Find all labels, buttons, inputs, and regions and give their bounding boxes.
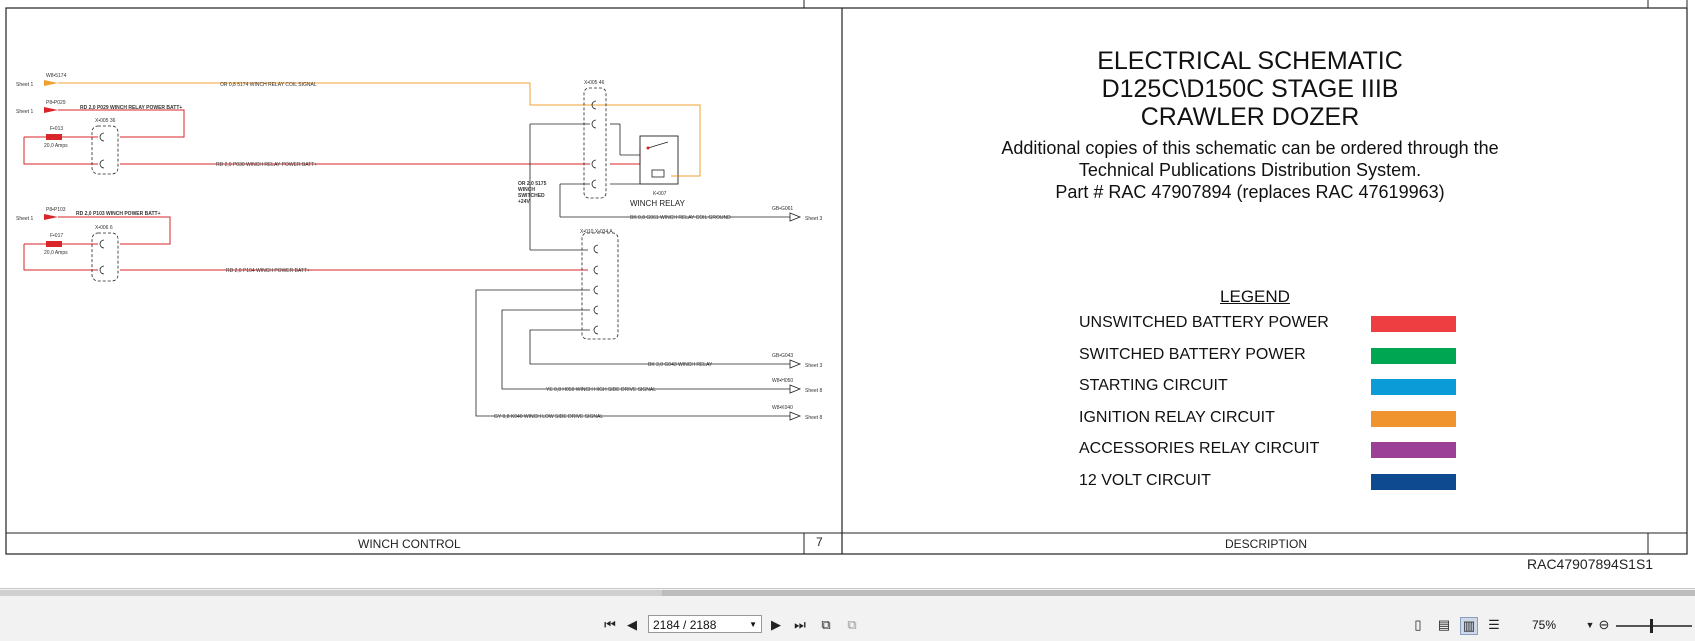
legend-item: STARTING CIRCUIT xyxy=(1079,377,1459,397)
label-w8-h050: W8•H050 xyxy=(772,378,793,384)
title-line-3: CRAWLER DOZER xyxy=(1140,103,1360,131)
previous-page-button[interactable]: ◀ xyxy=(624,617,640,633)
legend-label: UNSWITCHED BATTERY POWER xyxy=(1079,314,1329,331)
zoom-out-icon[interactable]: ⊖ xyxy=(1596,617,1612,633)
page-number-value: 2184 / 2188 xyxy=(653,618,717,632)
legend-item: ACCESSORIES RELAY CIRCUIT xyxy=(1079,440,1459,460)
legend-label: SWITCHED BATTERY POWER xyxy=(1079,345,1306,363)
connector-x005-36 xyxy=(91,125,119,175)
legend-swatch xyxy=(1371,410,1456,427)
schematic-title: ELECTRICAL SCHEMATIC D125C\D150C STAGE I… xyxy=(890,47,1610,131)
schematic-sheet: Sheet 1 Sheet 1 Sheet 1 W8•5174 P8•P029 … xyxy=(0,0,1695,572)
title-line-2: D125C\D150C STAGE IIIB xyxy=(1101,75,1399,103)
label-sheet3-b: Sheet 3 xyxy=(805,363,822,369)
footer-page-number: 7 xyxy=(816,535,823,549)
label-sheet3-a: Sheet 3 xyxy=(805,216,822,222)
label-rd-p103: RD 2,0 P103 WINCH POWER BATT+ xyxy=(76,211,161,217)
wire-or-5174 xyxy=(58,82,701,177)
page-number-field[interactable]: 2184 / 2188 ▼ xyxy=(648,615,762,633)
legend-label: STARTING CIRCUIT xyxy=(1079,377,1228,394)
label-or-signal: OR 0,8 5174 WINCH RELAY COIL SIGNAL xyxy=(220,82,317,88)
legend-label: 12 VOLT CIRCUIT xyxy=(1079,471,1211,489)
two-page-view-icon[interactable]: ▥ xyxy=(1460,617,1478,635)
label-sheet1-b: Sheet 1 xyxy=(16,109,33,115)
legend-swatch xyxy=(1371,442,1456,458)
connector-x010 xyxy=(581,232,619,340)
legend-title: LEGEND xyxy=(1220,287,1290,306)
label-bk-g061: BK 0,8 G061 WINCH RELAY COIL GROUND xyxy=(630,215,731,221)
note-line-2: Technical Publications Distribution Syst… xyxy=(1078,160,1422,180)
last-page-button[interactable]: ⏭ xyxy=(792,617,808,633)
footer-description: DESCRIPTION xyxy=(1225,537,1308,551)
legend-item: UNSWITCHED BATTERY POWER xyxy=(1079,314,1459,334)
label-sheet1-c: Sheet 1 xyxy=(16,216,33,222)
label-x010: X•010 X•034 A xyxy=(580,229,613,235)
label-amps1: 20,0 Amps xyxy=(44,143,68,149)
label-f013: F•013 xyxy=(50,126,63,132)
fuse-f017 xyxy=(46,241,62,247)
legend-item: 12 VOLT CIRCUIT xyxy=(1079,472,1459,492)
legend-item: IGNITION RELAY CIRCUIT xyxy=(1079,409,1459,429)
label-gb-g043: GB•G043 xyxy=(772,353,793,359)
first-page-button[interactable]: ⏮ xyxy=(602,617,618,633)
fuse-f013 xyxy=(46,134,62,140)
label-x005-36: X•005 36 xyxy=(95,118,116,124)
document-id: RAC47907894S1S1 xyxy=(1527,556,1654,572)
label-rd-p029: RD 2,0 P029 WINCH RELAY POWER BATT+ xyxy=(80,105,182,111)
label-switched-4: +24V xyxy=(518,199,530,205)
label-sheet1-a: Sheet 1 xyxy=(16,82,33,88)
wire-rd-p029 xyxy=(58,109,185,138)
legend-swatch xyxy=(1371,316,1456,332)
continuous-view-icon[interactable]: ▤ xyxy=(1436,617,1452,633)
zoom-slider[interactable] xyxy=(1616,619,1692,633)
legend-swatch xyxy=(1371,379,1456,395)
label-w8: W8•5174 xyxy=(46,73,67,79)
note-line-1: Additional copies of this schematic can … xyxy=(1001,138,1499,158)
zoom-slider-knob[interactable] xyxy=(1650,619,1653,633)
wire-rd-p103 xyxy=(58,216,171,245)
zoom-level[interactable]: 75% xyxy=(1532,618,1556,632)
single-page-view-icon[interactable]: ▯ xyxy=(1410,617,1426,633)
next-page-button[interactable]: ▶ xyxy=(768,617,784,633)
part-number: Part # RAC 47907894 (replaces RAC 476199… xyxy=(1055,182,1445,202)
legend-item: SWITCHED BATTERY POWER xyxy=(1079,346,1459,366)
chevron-down-icon[interactable]: ▼ xyxy=(749,616,757,634)
label-x006-6: X•006 6 xyxy=(95,225,113,231)
connector-x006-6 xyxy=(91,232,119,282)
label-winch-relay: WINCH RELAY xyxy=(630,199,686,208)
horizontal-scrollbar[interactable] xyxy=(0,590,1695,596)
label-gy-k040: GY 0,8 K040 WINCH LOW SIDE DRIVE SIGNAL xyxy=(494,414,603,420)
label-gb-g061: GB•G061 xyxy=(772,206,793,212)
label-k007: K•007 xyxy=(653,191,667,197)
label-f017: F•017 xyxy=(50,233,63,239)
title-line-1: ELECTRICAL SCHEMATIC xyxy=(1097,47,1403,75)
label-sheet8-a: Sheet 8 xyxy=(805,388,822,394)
label-w8-k040: W8•K040 xyxy=(772,405,793,411)
label-amps2: 20,0 Amps xyxy=(44,250,68,256)
footer-section-title: WINCH CONTROL xyxy=(358,537,461,551)
continuous-two-page-view-icon[interactable]: ☰ xyxy=(1486,617,1502,633)
label-rd-p104: RD 2,0 P104 WINCH POWER BATT+ xyxy=(226,268,310,274)
legend-label: ACCESSORIES RELAY CIRCUIT xyxy=(1079,440,1320,457)
legend-swatch xyxy=(1371,473,1456,490)
label-p8a: P8•P029 xyxy=(46,100,66,106)
label-sheet8-b: Sheet 8 xyxy=(805,415,822,421)
legend-swatch xyxy=(1371,347,1456,364)
copy-page-icon[interactable]: ⧉ xyxy=(844,617,860,633)
scrollbar-thumb[interactable] xyxy=(662,590,1695,596)
rotate-page-icon[interactable]: ⧉ xyxy=(818,617,834,633)
wire-tag-arrow xyxy=(44,80,58,86)
label-p8b: P8•P103 xyxy=(46,207,66,213)
label-ye-h050: YE 0,8 H050 WINCH HIGH SIDE DRIVE SIGNAL xyxy=(546,387,656,393)
label-x005-46: X•005 46 xyxy=(584,80,605,86)
label-rd-p030: RD 2,0 P030 WINCH RELAY POWER BATT+ xyxy=(216,162,317,168)
ordering-note: Additional copies of this schematic can … xyxy=(880,137,1620,203)
legend-label: IGNITION RELAY CIRCUIT xyxy=(1079,408,1275,426)
label-bk-g043: BK 3,0 G043 WINCH RELAY xyxy=(648,362,713,368)
